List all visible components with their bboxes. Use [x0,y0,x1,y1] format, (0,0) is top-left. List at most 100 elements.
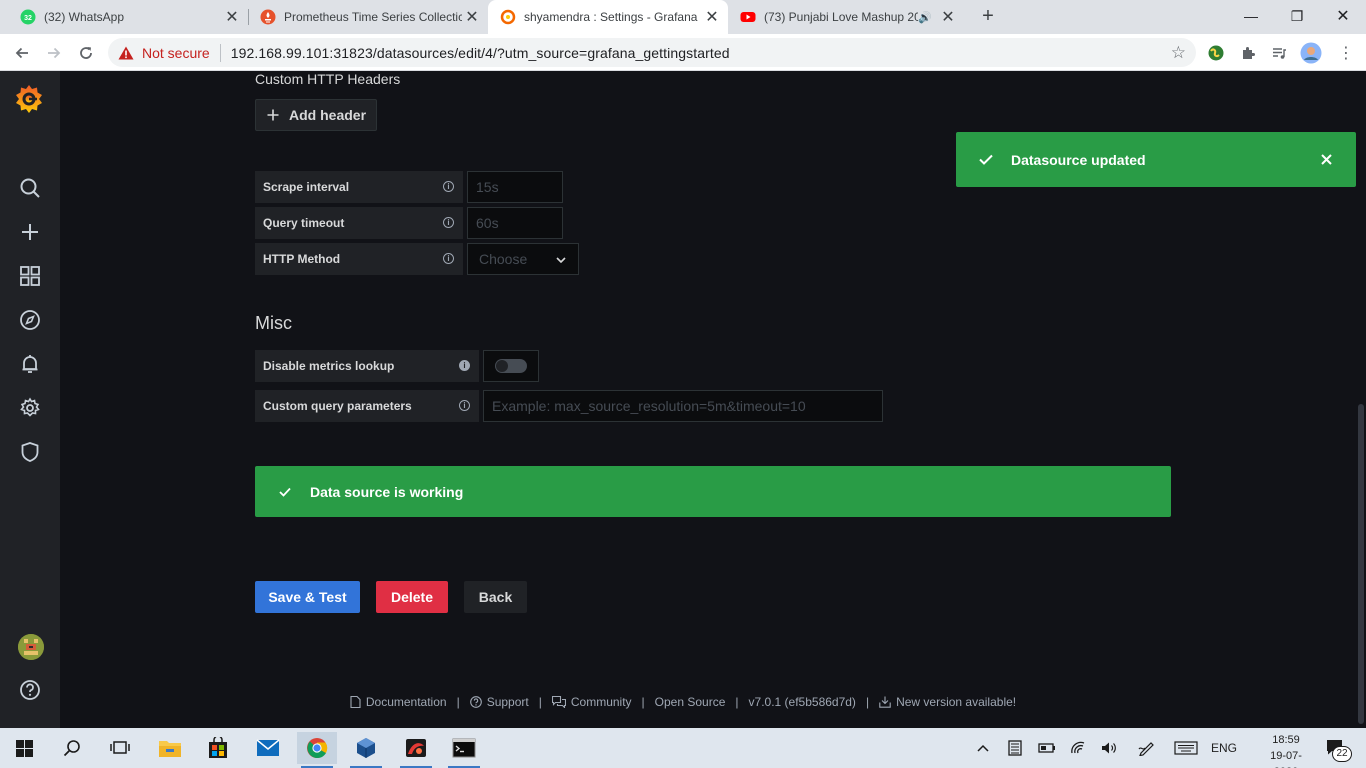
file-explorer-icon[interactable] [150,732,190,764]
custom-query-parameters-input[interactable] [483,390,883,422]
bookmark-star-icon[interactable]: ☆ [1171,43,1186,63]
check-icon [979,154,993,165]
media-control-icon[interactable] [1268,42,1290,64]
search-icon[interactable] [16,174,44,202]
battery-icon[interactable] [1036,728,1058,768]
check-icon [279,487,291,497]
whatsapp-badge: 32 [24,15,32,22]
disable-metrics-lookup-text: Disable metrics lookup [263,359,395,373]
command-prompt-icon[interactable] [444,732,484,768]
misc-section-title: Misc [255,313,292,333]
tab-prometheus[interactable]: Prometheus Time Series Collectic ✕ [248,0,488,34]
omnibox-divider [219,43,221,62]
pen-ink-icon[interactable] [1136,728,1158,768]
save-test-button[interactable]: Save & Test [255,581,360,613]
open-source-link[interactable]: Open Source [655,695,726,709]
close-tab-icon[interactable]: ✕ [462,7,482,27]
minimize-button[interactable]: — [1228,0,1274,32]
switch-knob [496,360,508,372]
close-icon[interactable] [1321,154,1332,165]
community-label: Community [570,695,632,709]
chrome-taskbar-icon[interactable] [297,732,337,768]
support-link[interactable]: Support [469,695,529,709]
clock-date: 19-07-2020 [1270,750,1302,768]
close-tab-icon[interactable]: ✕ [938,7,958,27]
clock-time: 18:59 [1272,734,1300,746]
restore-button[interactable]: ❐ [1274,0,1320,32]
disable-metrics-lookup-label: Disable metrics lookup i [255,350,479,382]
page-scrollbar[interactable] [1356,71,1366,728]
plus-icon [267,109,279,121]
wifi-icon[interactable] [1068,728,1090,768]
http-method-placeholder: Choose [479,251,528,267]
windows-taskbar: ENG 18:59 19-07-2020 22 [0,728,1366,768]
query-timeout-input[interactable] [467,207,563,239]
reload-icon[interactable] [72,39,100,67]
browser-toolbar: Not secure 192.168.99.101:31823/datasour… [0,34,1366,71]
touch-keyboard-icon[interactable] [1172,728,1200,768]
grafana-logo-icon[interactable] [13,83,45,115]
mail-icon[interactable] [248,732,288,764]
address-bar[interactable]: Not secure 192.168.99.101:31823/datasour… [108,38,1196,67]
delete-button[interactable]: Delete [376,581,448,613]
support-label: Support [486,695,529,709]
close-tab-icon[interactable]: ✕ [702,7,722,27]
browser-menu-icon[interactable]: ⋮ [1335,42,1357,64]
footer-separator: | [735,695,739,709]
tray-overflow-chevron-icon[interactable] [972,728,994,768]
datasource-status-alert: Data source is working [255,466,1171,517]
configuration-gear-icon[interactable] [16,394,44,422]
document-icon [350,696,361,708]
audio-playing-icon[interactable]: 🔊 [918,11,932,24]
new-version-label: New version available! [896,695,1017,709]
http-method-label: HTTP Method i [255,243,463,275]
new-version-link[interactable]: New version available! [879,695,1016,709]
add-header-button[interactable]: Add header [255,99,377,131]
volume-icon[interactable] [1099,728,1121,768]
info-icon[interactable]: i [443,181,454,192]
not-secure-label[interactable]: Not secure [142,45,210,61]
extensions-puzzle-icon[interactable] [1237,42,1259,64]
system-clock[interactable]: 18:59 19-07-2020 [1258,732,1314,768]
documentation-link[interactable]: Documentation [350,695,447,709]
scrape-interval-input[interactable] [467,171,563,203]
documentation-label: Documentation [365,695,447,709]
http-method-select[interactable]: Choose [467,243,579,275]
input-language[interactable]: ENG [1208,728,1240,768]
prometheus-icon [260,9,276,25]
community-link[interactable]: Community [551,695,632,709]
task-view-icon[interactable] [100,732,140,764]
tab-whatsapp[interactable]: 32 (32) WhatsApp ✕ [8,0,248,34]
info-icon[interactable]: i [459,400,470,411]
windows-start-icon[interactable] [4,732,44,764]
alerting-bell-icon[interactable] [16,350,44,378]
back-button[interactable]: Back [464,581,527,613]
create-plus-icon[interactable] [16,218,44,246]
extension-globe-icon[interactable] [1205,42,1227,64]
info-icon[interactable]: i [443,217,454,228]
notifications-button[interactable]: 22 [1318,728,1354,768]
server-admin-shield-icon[interactable] [16,438,44,466]
tab-grafana-settings[interactable]: shyamendra : Settings - Grafana ✕ [488,0,728,34]
app-red-swirl-icon[interactable] [396,732,436,768]
close-window-button[interactable]: ✕ [1320,0,1366,32]
info-icon[interactable]: i [459,360,470,371]
forward-arrow-icon[interactable] [40,39,68,67]
profile-avatar-icon[interactable] [1300,42,1322,64]
query-timeout-label: Query timeout i [255,207,463,239]
virtualbox-icon[interactable] [346,732,386,768]
back-arrow-icon[interactable] [8,39,36,67]
tray-calculator-icon[interactable] [1004,728,1026,768]
scrollbar-thumb[interactable] [1358,404,1364,724]
url-text[interactable]: 192.168.99.101:31823/datasources/edit/4/… [231,45,730,61]
explore-compass-icon[interactable] [16,306,44,334]
close-tab-icon[interactable]: ✕ [222,7,242,27]
disable-metrics-lookup-switch[interactable] [483,350,539,382]
info-icon[interactable]: i [443,253,454,264]
dashboards-icon[interactable] [16,262,44,290]
new-tab-button[interactable]: + [976,5,1000,29]
microsoft-store-icon[interactable] [198,732,238,764]
user-avatar[interactable] [18,634,44,660]
windows-search-icon[interactable] [52,732,92,764]
tab-youtube[interactable]: (73) Punjabi Love Mashup 20 🔊 ✕ [728,0,964,34]
